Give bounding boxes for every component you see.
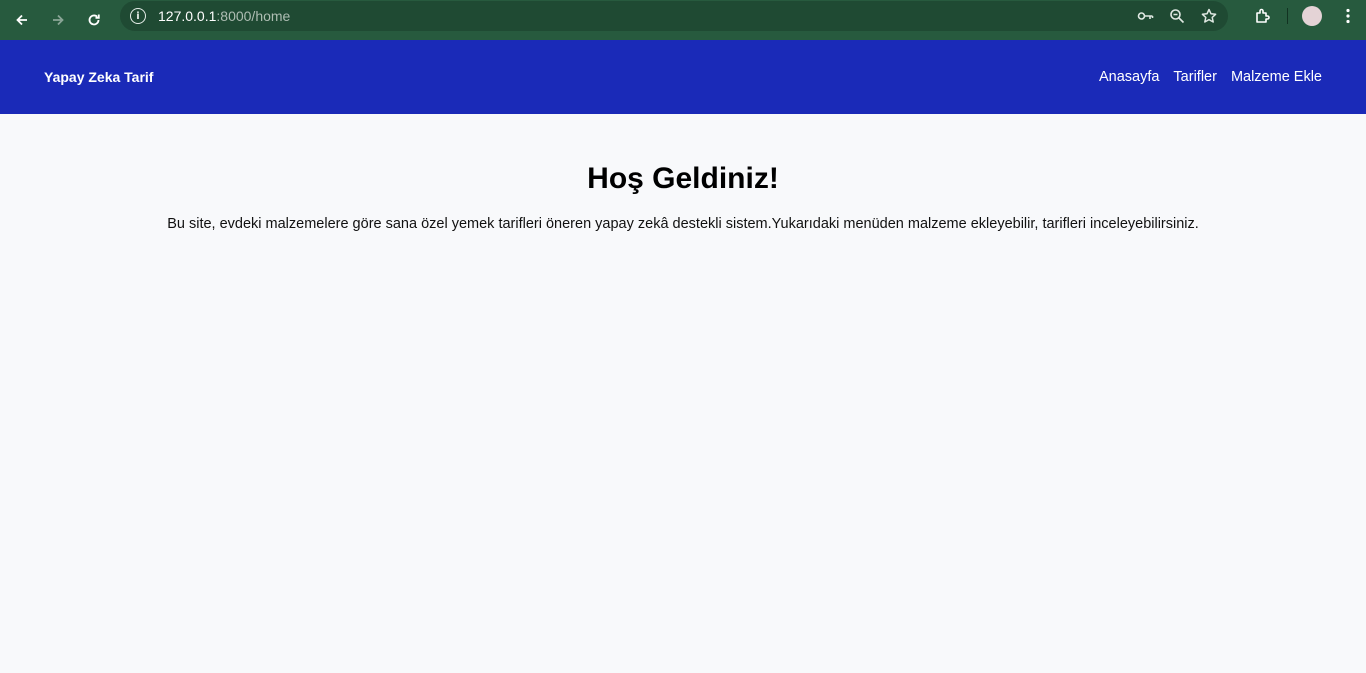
nav-link-malzeme-ekle[interactable]: Malzeme Ekle <box>1231 69 1322 85</box>
brand-logo[interactable]: Yapay Zeka Tarif <box>44 69 153 85</box>
toolbar-bottom-strip <box>0 32 1366 40</box>
nav-link-tarifler[interactable]: Tarifler <box>1173 69 1217 85</box>
star-icon[interactable] <box>1200 7 1218 25</box>
profile-button[interactable] <box>1294 0 1330 32</box>
reload-icon <box>88 14 100 26</box>
zoom-icon[interactable] <box>1168 7 1186 25</box>
toolbar-divider <box>1287 8 1288 24</box>
extensions-icon <box>1256 8 1270 23</box>
extensions-button[interactable] <box>1245 0 1281 32</box>
key-icon[interactable] <box>1136 7 1154 25</box>
info-icon[interactable]: i <box>130 8 146 24</box>
menu-button[interactable] <box>1330 0 1366 32</box>
main-content: Hoş Geldiniz! Bu site, evdeki malzemeler… <box>0 114 1366 232</box>
main-nav: Anasayfa Tarifler Malzeme Ekle <box>1099 69 1322 85</box>
url-text[interactable]: 127.0.0.1:8000/home <box>158 8 290 24</box>
address-bar[interactable]: i 127.0.0.1:8000/home <box>120 1 1228 31</box>
avatar <box>1302 6 1322 26</box>
page-title: Hoş Geldiniz! <box>587 162 779 195</box>
site-header: Yapay Zeka Tarif Anasayfa Tarifler Malze… <box>0 40 1366 114</box>
forward-icon <box>53 14 64 26</box>
menu-icon <box>1346 8 1350 24</box>
back-icon <box>16 14 27 26</box>
nav-link-anasayfa[interactable]: Anasayfa <box>1099 69 1159 85</box>
page-description: Bu site, evdeki malzemelere göre sana öz… <box>167 216 1199 232</box>
